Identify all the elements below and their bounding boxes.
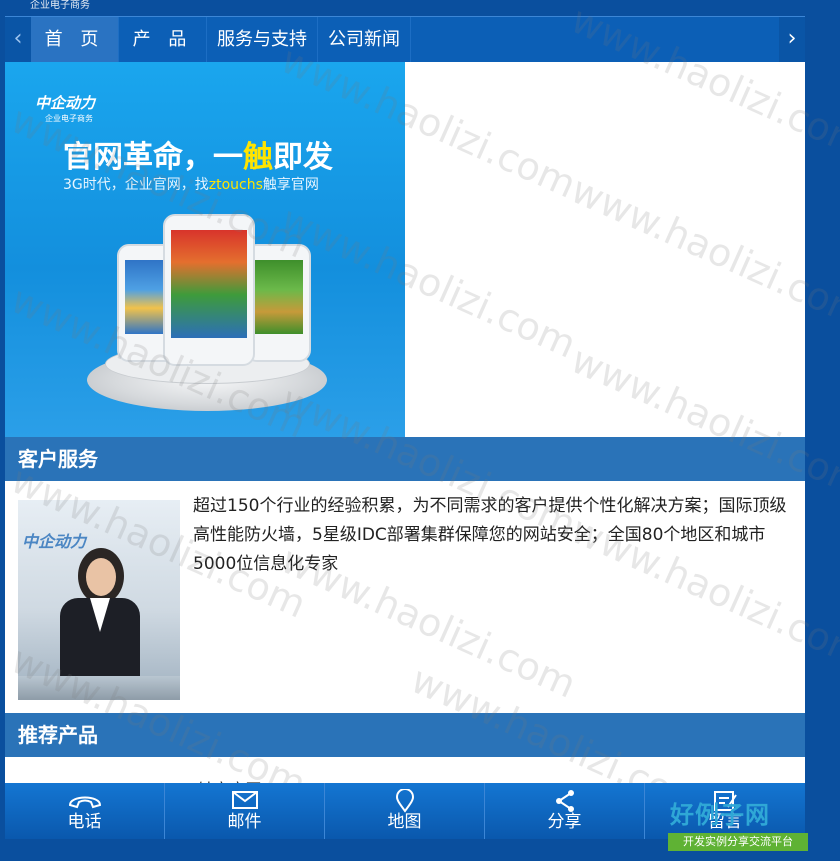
customer-service-text: 超过150个行业的经验积累，为不同需求的客户提供个性化解决方案；国际顶级高性能防… [193,496,787,574]
bottom-nav-map[interactable]: 地图 [325,783,485,839]
banner-subtitle-highlight: ztouchs [208,177,263,193]
brand-text: 企业电子商务 [30,0,90,11]
bottom-nav-share[interactable]: 分享 [485,783,645,839]
banner-title-pre: 官网革命，一 [63,140,243,175]
recommended-products-heading[interactable]: 推荐产品 [5,713,805,757]
bottom-nav-phone-label: 电话 [67,812,102,832]
banner-title-post: 即发 [273,140,333,175]
nav-next-arrow-icon[interactable]: › [779,17,805,63]
nav-item-service-support[interactable]: 服务与支持 [207,17,318,63]
bottom-nav-phone[interactable]: 电话 [5,783,165,839]
nav-item-products[interactable]: 产 品 [119,17,207,63]
share-icon [485,783,644,812]
customer-service-photo[interactable]: 中企动力 [18,500,180,700]
bottom-nav-mail[interactable]: 邮件 [165,783,325,839]
nav-prev-arrow-icon[interactable]: ‹ [5,17,31,63]
nav-item-company-news[interactable]: 公司新闻 [318,17,411,63]
banner-subtitle-post: 触享官网 [262,177,319,193]
bottom-nav-share-label: 分享 [547,812,582,832]
nav-items: 首 页 产 品 服务与支持 公司新闻 [31,17,411,63]
banner-title-highlight: 触 [243,140,273,175]
site-badge[interactable]: 好例子网 开发实例分享交流平台 [668,795,808,855]
banner-logo: 中企动力 企业电子商务 [35,92,95,124]
promo-banner[interactable]: 中企动力 企业电子商务 官网革命，一触即发 3G时代，企业官网，找ztouchs… [5,62,405,437]
site-badge-title: 好例子网 [670,801,770,829]
map-pin-icon [325,783,484,813]
phone-image-center [163,214,255,366]
main-content: 中企动力 企业电子商务 官网革命，一触即发 3G时代，企业官网，找ztouchs… [5,62,805,861]
phone-icon [5,783,164,811]
site-badge-subtitle: 开发实例分享交流平台 [668,833,808,851]
customer-service-heading[interactable]: 客户服务 [5,437,805,481]
nav-item-home[interactable]: 首 页 [31,17,119,63]
main-nav: ‹ 首 页 产 品 服务与支持 公司新闻 › [5,16,805,63]
bottom-nav-map-label: 地图 [387,812,422,832]
banner-subtitle: 3G时代，企业官网，找ztouchs触享官网 [63,174,319,194]
banner-logo-text: 中企动力 [35,94,96,112]
top-strip: 企业电子商务 [0,0,840,16]
banner-logo-sub: 企业电子商务 [45,114,93,123]
banner-subtitle-pre: 3G时代，企业官网，找 [63,177,209,193]
banner-title: 官网革命，一触即发 [63,132,333,176]
bottom-nav-mail-label: 邮件 [227,812,262,832]
mail-icon [165,783,324,811]
photo-logo: 中企动力 [22,532,87,551]
